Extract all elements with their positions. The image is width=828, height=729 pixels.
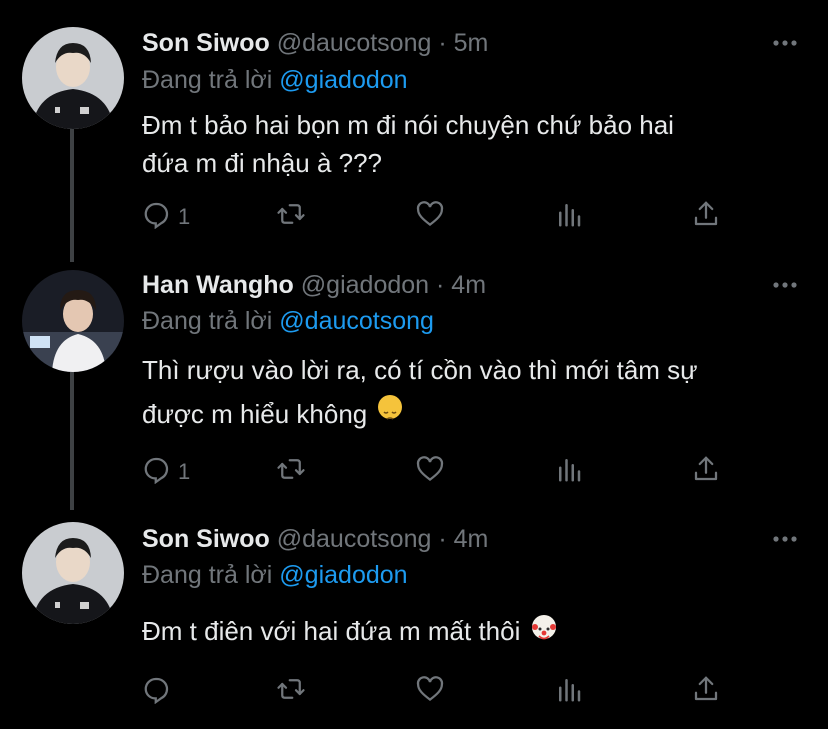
display-name[interactable]: Son Siwoo bbox=[142, 525, 270, 553]
separator-dot: · bbox=[438, 525, 447, 553]
tweet-header: Son Siwoo @daucotsong · 4m bbox=[142, 522, 488, 556]
retweet-button[interactable] bbox=[276, 675, 306, 709]
more-icon[interactable] bbox=[772, 526, 798, 552]
like-icon bbox=[415, 674, 445, 710]
tweet-3[interactable]: Son Siwoo @daucotsong · 4m Đang trả lời … bbox=[0, 0, 828, 729]
share-icon bbox=[691, 674, 721, 710]
user-handle[interactable]: @daucotsong bbox=[277, 525, 432, 553]
timestamp[interactable]: 4m bbox=[454, 525, 489, 553]
share-button[interactable] bbox=[691, 675, 721, 709]
like-button[interactable] bbox=[415, 675, 445, 709]
analytics-button[interactable] bbox=[554, 675, 584, 709]
avatar-son-siwoo[interactable] bbox=[22, 522, 124, 624]
analytics-icon bbox=[554, 674, 584, 710]
replying-to-label: Đang trả lời bbox=[142, 561, 273, 589]
replying-to-handle[interactable]: @giadodon bbox=[279, 561, 407, 589]
tweet-text: Đm t điên với hai đứa m mất thôi bbox=[142, 612, 782, 650]
reply-icon bbox=[142, 674, 172, 710]
tweet-text-line: Đm t điên với hai đứa m mất thôi bbox=[142, 616, 521, 646]
retweet-icon bbox=[276, 674, 306, 710]
reply-button[interactable] bbox=[142, 675, 172, 709]
replying-to: Đang trả lời @giadodon bbox=[142, 557, 408, 593]
action-bar bbox=[142, 675, 742, 709]
clown-face-icon bbox=[531, 615, 556, 640]
